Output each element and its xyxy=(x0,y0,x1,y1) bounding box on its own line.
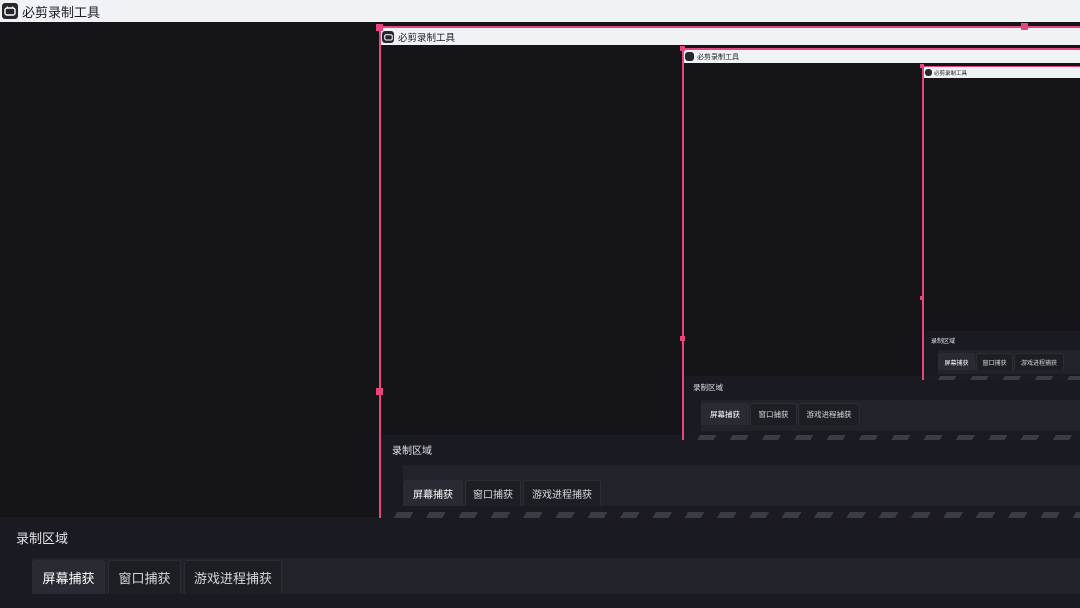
selection-border-top xyxy=(922,66,1080,67)
selection-border-top xyxy=(682,48,1080,50)
tab-window-capture: 窗口捕获 xyxy=(976,353,1013,370)
resize-handle-middle-left[interactable] xyxy=(376,388,383,395)
resize-handle-top-left[interactable] xyxy=(376,24,383,31)
tab-window-capture[interactable]: 窗口捕获 xyxy=(108,560,181,594)
tab-screen-capture: 屏幕捕获 xyxy=(701,403,749,425)
selection-border-left xyxy=(682,48,684,440)
recording-area-panel: 录制区域 屏幕捕获 窗口捕获 游戏进程捕获 xyxy=(0,517,1080,608)
title-bar-level-2: 必剪录制工具 xyxy=(684,50,1080,63)
capture-tabs: 屏幕捕获 窗口捕获 游戏进程捕获 xyxy=(701,403,860,425)
recording-area-title: 录制区域 xyxy=(16,532,69,547)
resize-handle-top-middle[interactable] xyxy=(1021,23,1028,30)
window-title: 必剪录制工具 xyxy=(398,32,456,44)
progress-stripe xyxy=(684,435,1080,440)
progress-stripe xyxy=(381,512,1080,518)
app-logo-icon xyxy=(685,52,694,61)
app-logo-icon xyxy=(382,30,394,43)
recording-area-title: 录制区域 xyxy=(392,446,432,457)
title-bar[interactable]: 必剪录制工具 xyxy=(0,0,1080,22)
tab-screen-capture: 屏幕捕获 xyxy=(403,480,463,506)
capture-tabs: 屏幕捕获 窗口捕获 游戏进程捕获 xyxy=(938,353,1064,370)
window-title: 必剪录制工具 xyxy=(934,70,968,77)
tab-game-process-capture: 游戏进程捕获 xyxy=(523,480,601,506)
resize-handle-middle-left xyxy=(680,336,685,341)
capture-preview-level-3: 必剪录制工具 录制区域 屏幕捕获 窗口捕获 游戏进程捕获 xyxy=(924,67,1080,380)
capture-tab-bar: 屏幕捕获 窗口捕获 游戏进程捕获 xyxy=(32,558,1080,594)
selection-border-left xyxy=(922,66,924,380)
progress-stripe xyxy=(924,376,1080,380)
tab-screen-capture[interactable]: 屏幕捕获 xyxy=(32,560,105,594)
resize-handle-top-left xyxy=(920,64,924,68)
resize-handle-top-left xyxy=(680,46,685,51)
tab-window-capture: 窗口捕获 xyxy=(750,403,797,425)
tab-game-process-capture[interactable]: 游戏进程捕获 xyxy=(184,560,282,594)
capture-tabs: 屏幕捕获 窗口捕获 游戏进程捕获 xyxy=(32,560,282,594)
recording-area-panel: 录制区域 屏幕捕获 窗口捕获 游戏进程捕获 xyxy=(924,331,1080,380)
recording-area-panel: 录制区域 屏幕捕获 窗口捕获 游戏进程捕获 xyxy=(381,435,1080,518)
window-title: 必剪录制工具 xyxy=(697,52,739,61)
selection-border-top xyxy=(379,26,1080,28)
resize-handle-middle-left xyxy=(920,296,924,300)
capture-tab-bar: 屏幕捕获 窗口捕获 游戏进程捕获 xyxy=(938,350,1080,374)
recording-area-title: 录制区域 xyxy=(693,383,723,392)
selection-border-left xyxy=(379,26,381,518)
recording-area-title: 录制区域 xyxy=(931,338,956,345)
app-logo-icon xyxy=(925,69,932,76)
capture-tab-bar: 屏幕捕获 窗口捕获 游戏进程捕获 xyxy=(403,465,1080,506)
tab-game-process-capture: 游戏进程捕获 xyxy=(798,403,860,425)
capture-tab-bar: 屏幕捕获 窗口捕获 游戏进程捕获 xyxy=(701,400,1080,431)
tab-screen-capture: 屏幕捕获 xyxy=(938,353,975,370)
recording-area-panel: 录制区域 屏幕捕获 窗口捕获 游戏进程捕获 xyxy=(684,376,1080,440)
tab-window-capture: 窗口捕获 xyxy=(465,480,521,506)
app-logo-icon xyxy=(2,3,18,19)
capture-tabs: 屏幕捕获 窗口捕获 游戏进程捕获 xyxy=(403,480,601,506)
window-title: 必剪录制工具 xyxy=(22,5,101,21)
tab-game-process-capture: 游戏进程捕获 xyxy=(1014,353,1064,370)
title-bar-level-1: 必剪录制工具 xyxy=(381,28,1080,45)
title-bar-level-3: 必剪录制工具 xyxy=(924,67,1080,78)
